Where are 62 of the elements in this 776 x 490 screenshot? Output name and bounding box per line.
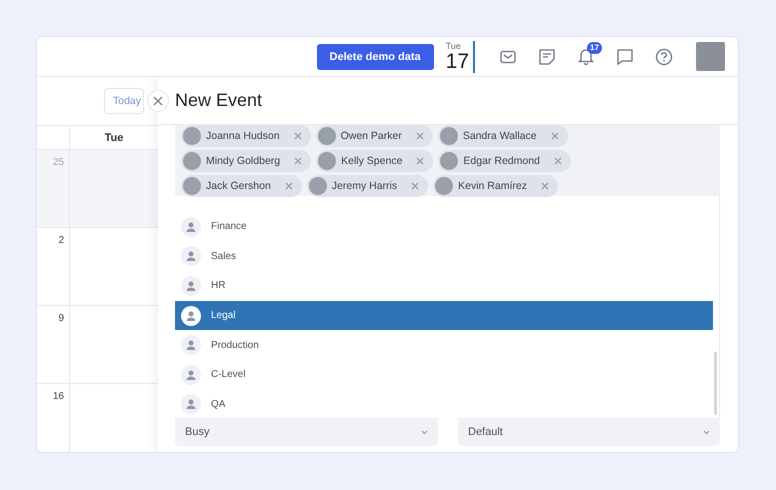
date-number: 2 [57, 234, 65, 248]
mail-icon[interactable] [500, 50, 516, 64]
group-option[interactable]: Sales [175, 242, 719, 272]
chevron-icon [703, 430, 710, 434]
avatar-placeholder [435, 177, 454, 195]
person-icon [181, 276, 201, 296]
remove-icon[interactable] [294, 157, 302, 165]
group-option[interactable]: Legal [175, 300, 713, 330]
remove-icon[interactable] [284, 182, 293, 190]
show-as-select[interactable]: Busy [175, 418, 438, 446]
attendee-chip: Jeremy Harris [306, 175, 428, 197]
attendee-chip: Edgar Redmond [438, 150, 571, 172]
person-icon [181, 364, 201, 385]
group-option[interactable]: C-Level [175, 360, 719, 390]
attendee-chip: Kelly Spence [316, 150, 434, 172]
remove-icon[interactable] [554, 157, 562, 165]
avatar-placeholder [183, 152, 201, 170]
close-icon [153, 96, 163, 106]
group-option[interactable]: QA [175, 390, 719, 420]
group-option[interactable]: Finance [175, 212, 719, 242]
scrollbar-thumb[interactable] [714, 352, 717, 415]
attendee-chip: Sandra Wallace [438, 125, 568, 147]
person-icon [181, 306, 201, 326]
person-icon [181, 394, 201, 414]
remove-icon[interactable] [416, 157, 424, 165]
bell-icon[interactable] [578, 48, 594, 65]
weekday-label: Tue [446, 42, 462, 50]
group-option[interactable]: Production [175, 330, 719, 360]
remove-icon[interactable] [550, 132, 559, 140]
remove-icon[interactable] [411, 182, 420, 190]
remove-icon[interactable] [416, 132, 424, 140]
attendee-chip: Joanna Hudson [181, 125, 311, 147]
avatar-placeholder [183, 177, 201, 195]
help-icon[interactable] [655, 48, 673, 66]
group-option[interactable]: HR [175, 271, 719, 301]
avatar-placeholder [318, 152, 336, 170]
remove-icon[interactable] [540, 182, 549, 190]
note-icon[interactable] [538, 48, 556, 66]
avatar-placeholder [318, 127, 336, 145]
reminder-select[interactable]: Default [458, 418, 720, 446]
date-number: 16 [52, 390, 65, 404]
attendee-chip: Owen Parker [316, 125, 433, 147]
date-number: 25 [52, 156, 65, 170]
avatar-placeholder [440, 152, 458, 170]
remove-icon[interactable] [294, 132, 302, 140]
person-icon [181, 335, 201, 356]
chat-icon[interactable] [616, 48, 634, 66]
avatar-placeholder [440, 127, 458, 145]
day-number: 17 [446, 50, 469, 72]
avatar-placeholder [308, 177, 327, 195]
person-icon [181, 246, 201, 266]
date-number: 9 [57, 312, 65, 326]
attendee-chip: Kevin Ramírez [433, 175, 558, 197]
attendee-chip: Mindy Goldberg [181, 150, 312, 172]
avatar-placeholder [183, 127, 201, 145]
delete-demo-data-button[interactable]: Delete demo data [316, 44, 434, 70]
attendee-chip: Jack Gershon [181, 175, 302, 197]
notification-badge: 17 [587, 42, 602, 54]
panel-title: New Event [175, 90, 262, 111]
chevron-icon [421, 430, 428, 434]
close-button[interactable] [147, 90, 169, 112]
person-icon [181, 216, 201, 237]
